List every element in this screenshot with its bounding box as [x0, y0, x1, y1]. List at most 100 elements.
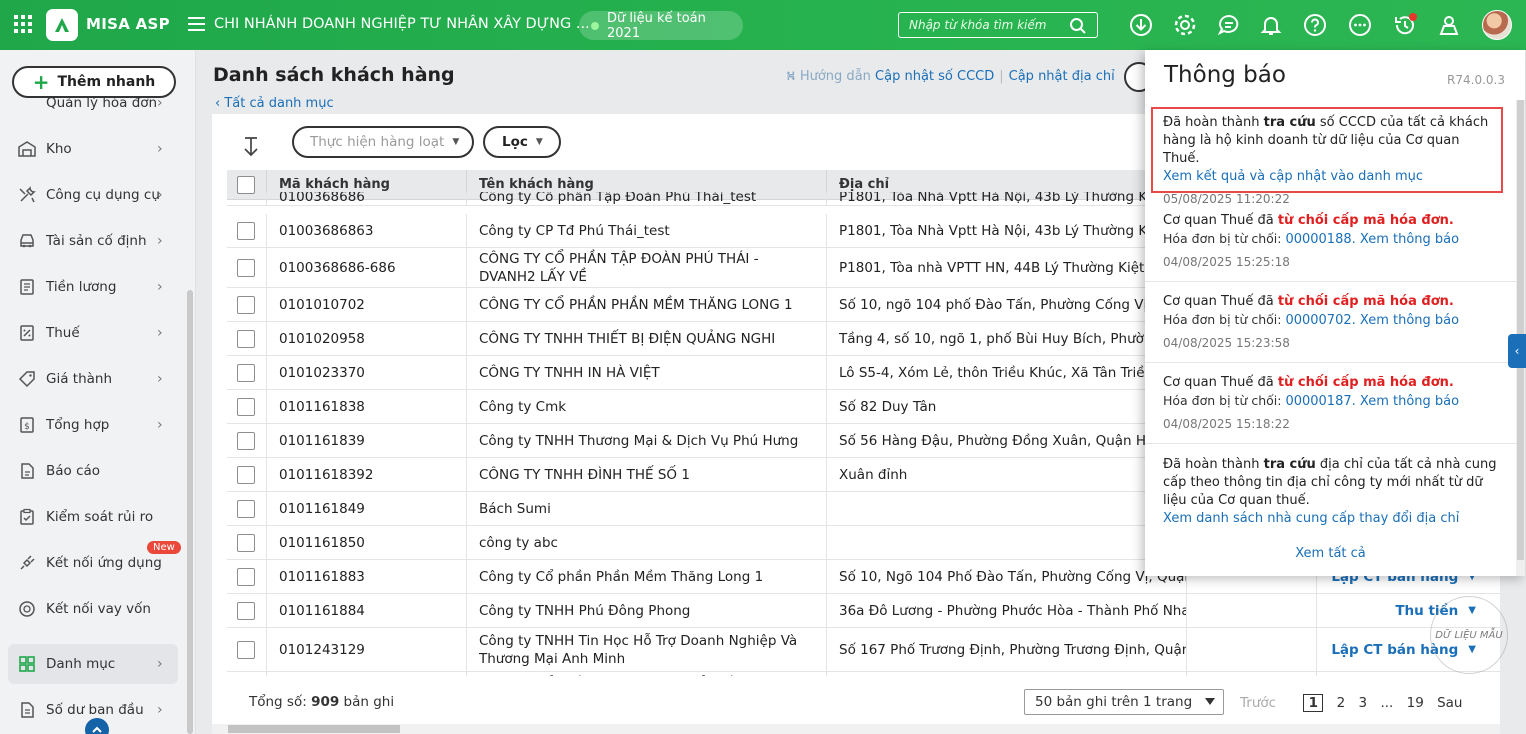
- row-checkbox[interactable]: [237, 499, 255, 518]
- menu-icon[interactable]: [188, 17, 205, 31]
- row-checkbox[interactable]: [237, 363, 255, 382]
- notification-item[interactable]: Cơ quan Thuế đã từ chối cấp mã hóa đơn. …: [1145, 202, 1516, 282]
- row-select-cell: [227, 458, 267, 491]
- row-checkbox[interactable]: [237, 295, 255, 314]
- customer-address: [827, 492, 1187, 525]
- page-size-select[interactable]: 50 bản ghi trên 1 trang: [1024, 689, 1224, 715]
- summary-icon: $: [20, 417, 34, 433]
- customer-name: Công ty TNHH Tin Học Hỗ Trợ Doanh Nghiệp…: [467, 628, 827, 671]
- sidebar: Quản lý hóa đơn › + Thêm nhanh Kho › Côn…: [0, 50, 196, 734]
- row-checkbox[interactable]: [237, 533, 255, 552]
- chat-icon[interactable]: [1217, 13, 1241, 37]
- notification-item[interactable]: Đã hoàn thành tra cứu địa chỉ của tất cả…: [1145, 444, 1516, 534]
- prev-page-button[interactable]: Trước: [1240, 695, 1276, 711]
- customer-address: P1801, Tòa nhà VPTT HN, 44B Lý Thường Ki…: [827, 248, 1187, 287]
- see-all-notifications-link[interactable]: Xem tất cả: [1145, 546, 1516, 561]
- customer-address: 36a Đô Lương - Phường Phước Hòa - Thành …: [827, 594, 1187, 627]
- sidebar-item-warehouse[interactable]: Kho ›: [0, 129, 186, 169]
- chevron-right-icon: ›: [157, 187, 163, 203]
- sidebar-item-tax[interactable]: Thuế ›: [0, 313, 186, 353]
- toolbar-links: ⛕ Hướng dẫn Cập nhật số CCCD | Cập nhật đị…: [786, 69, 1115, 84]
- sidebar-item-categories[interactable]: Danh mục ›: [8, 644, 178, 684]
- settings-icon[interactable]: [1173, 13, 1197, 37]
- row-checkbox[interactable]: [237, 329, 255, 348]
- sidebar-item-loan-connect[interactable]: Kết nối vay vốn: [0, 589, 186, 629]
- quick-add-label: Thêm nhanh: [57, 74, 156, 90]
- bulk-action-button[interactable]: Thực hiện hàng loạt ▼: [292, 126, 474, 158]
- customer-code: 01003686863: [267, 214, 467, 247]
- customer-code: 0101243129: [267, 628, 467, 671]
- page-19-button[interactable]: 19: [1407, 695, 1424, 711]
- sidebar-item-reports[interactable]: Báo cáo: [0, 451, 186, 491]
- notification-item[interactable]: Đã hoàn thành tra cứu số CCCD của tất cả…: [1151, 107, 1503, 206]
- sidebar-item-payroll[interactable]: Tiền lương ›: [0, 267, 186, 307]
- breadcrumb-all-categories[interactable]: Tất cả danh mục: [224, 96, 333, 111]
- sidebar-scrollbar[interactable]: [187, 290, 193, 734]
- row-checkbox[interactable]: [237, 601, 255, 620]
- row-select-cell: [227, 526, 267, 559]
- sidebar-item-summary[interactable]: $ Tổng hợp ›: [0, 405, 186, 445]
- notification-item[interactable]: Cơ quan Thuế đã từ chối cấp mã hóa đơn. …: [1145, 363, 1516, 444]
- row-checkbox[interactable]: [237, 567, 255, 586]
- scroll-up-button[interactable]: [85, 718, 109, 734]
- search-icon[interactable]: [1069, 17, 1087, 35]
- search-input[interactable]: Nhập từ khóa tìm kiếm: [898, 12, 1098, 38]
- chevron-right-icon: ›: [157, 702, 163, 718]
- sidebar-item-app-connect[interactable]: Kết nối ứng dụng New: [0, 541, 186, 583]
- filter-button[interactable]: Lọc ▼: [483, 126, 561, 158]
- sidebar-item-tools[interactable]: Công cụ dụng cụ ›: [0, 175, 186, 215]
- table-row[interactable]: 0101243129 Công ty TNHH Tin Học Hỗ Trợ Do…: [227, 628, 1500, 672]
- horizontal-scrollbar[interactable]: [212, 724, 1500, 734]
- download-icon[interactable]: [1129, 13, 1153, 37]
- customer-address: Số 10, Ngõ 104 Phố Đào Tấn, Phường Cống …: [827, 560, 1187, 593]
- tax-icon: [20, 325, 34, 341]
- guide-link[interactable]: Hướng dẫn: [800, 69, 871, 84]
- notification-item[interactable]: Cơ quan Thuế đã từ chối cấp mã hóa đơn. …: [1145, 282, 1516, 363]
- view-supplier-changes-link[interactable]: Xem danh sách nhà cung cấp thay đổi địa …: [1163, 510, 1498, 528]
- row-checkbox[interactable]: [237, 465, 255, 484]
- help-icon[interactable]: [1303, 13, 1327, 37]
- notification-alert-text: từ chối cấp mã hóa đơn.: [1277, 213, 1454, 228]
- table-row[interactable]: 0101161884 Công ty TNHH Phú Đông Phong 36a…: [227, 594, 1500, 628]
- branch-selector[interactable]: CHI NHÁNH DOANH NGHIỆP TƯ NHÂN XÂY DỰNG …: [214, 16, 590, 32]
- chevron-right-icon: ›: [157, 325, 163, 341]
- customer-code: 0101010702: [267, 288, 467, 321]
- customer-name: Công ty TNHH Thương Mại & Dịch Vụ Phú Hư…: [467, 424, 827, 457]
- customer-name: Công ty TNHH Phú Đông Phong: [467, 594, 827, 627]
- bell-icon[interactable]: [1259, 13, 1283, 37]
- row-checkbox[interactable]: [237, 640, 255, 659]
- update-address-link[interactable]: Cập nhật địa chỉ: [1009, 69, 1115, 84]
- row-select-cell: [227, 492, 267, 525]
- collapse-panel-button[interactable]: ‹: [1508, 334, 1526, 368]
- page-3-button[interactable]: 3: [1359, 695, 1368, 711]
- user-avatar[interactable]: [1482, 10, 1512, 40]
- customer-name: CÔNG TY TNHH THIẾT BỊ ĐIỆN QUẢNG NGHI: [467, 322, 827, 355]
- next-page-button[interactable]: Sau: [1437, 695, 1462, 711]
- chevron-up-icon: [92, 726, 102, 733]
- sort-icon[interactable]: [241, 136, 261, 158]
- location-icon[interactable]: [1437, 13, 1461, 37]
- quick-add-button[interactable]: + Thêm nhanh: [12, 66, 176, 98]
- chevron-right-icon: ›: [157, 279, 163, 295]
- accounting-data-selector[interactable]: Dữ liệu kế toán 2021: [579, 11, 743, 41]
- update-cccd-link[interactable]: Cập nhật số CCCD: [875, 69, 994, 84]
- history-icon[interactable]: [1393, 13, 1417, 37]
- view-notice-link[interactable]: 00000188. Xem thông báo: [1285, 232, 1459, 247]
- page-ellipsis: ...: [1380, 695, 1394, 711]
- page-1-button[interactable]: 1: [1303, 694, 1324, 712]
- row-checkbox[interactable]: [237, 397, 255, 416]
- row-checkbox[interactable]: [237, 221, 255, 240]
- apps-grid-icon[interactable]: [14, 15, 32, 33]
- sidebar-item-fixed-assets[interactable]: Tài sản cố định ›: [0, 221, 186, 261]
- view-notice-link[interactable]: 00000702. Xem thông báo: [1285, 313, 1459, 328]
- more-icon[interactable]: [1348, 13, 1372, 37]
- sidebar-item-cost[interactable]: Giá thành ›: [0, 359, 186, 399]
- view-results-link[interactable]: Xem kết quả và cập nhật vào danh mục: [1163, 168, 1491, 186]
- page-2-button[interactable]: 2: [1337, 695, 1346, 711]
- row-checkbox[interactable]: [237, 431, 255, 450]
- breadcrumb[interactable]: ‹ Tất cả danh mục: [215, 96, 334, 111]
- sidebar-item-risk-control[interactable]: Kiểm soát rủi ro: [0, 497, 186, 537]
- view-notice-link[interactable]: 00000187. Xem thông báo: [1285, 394, 1459, 409]
- customer-code: 0101161883: [267, 560, 467, 593]
- row-checkbox[interactable]: [237, 258, 255, 277]
